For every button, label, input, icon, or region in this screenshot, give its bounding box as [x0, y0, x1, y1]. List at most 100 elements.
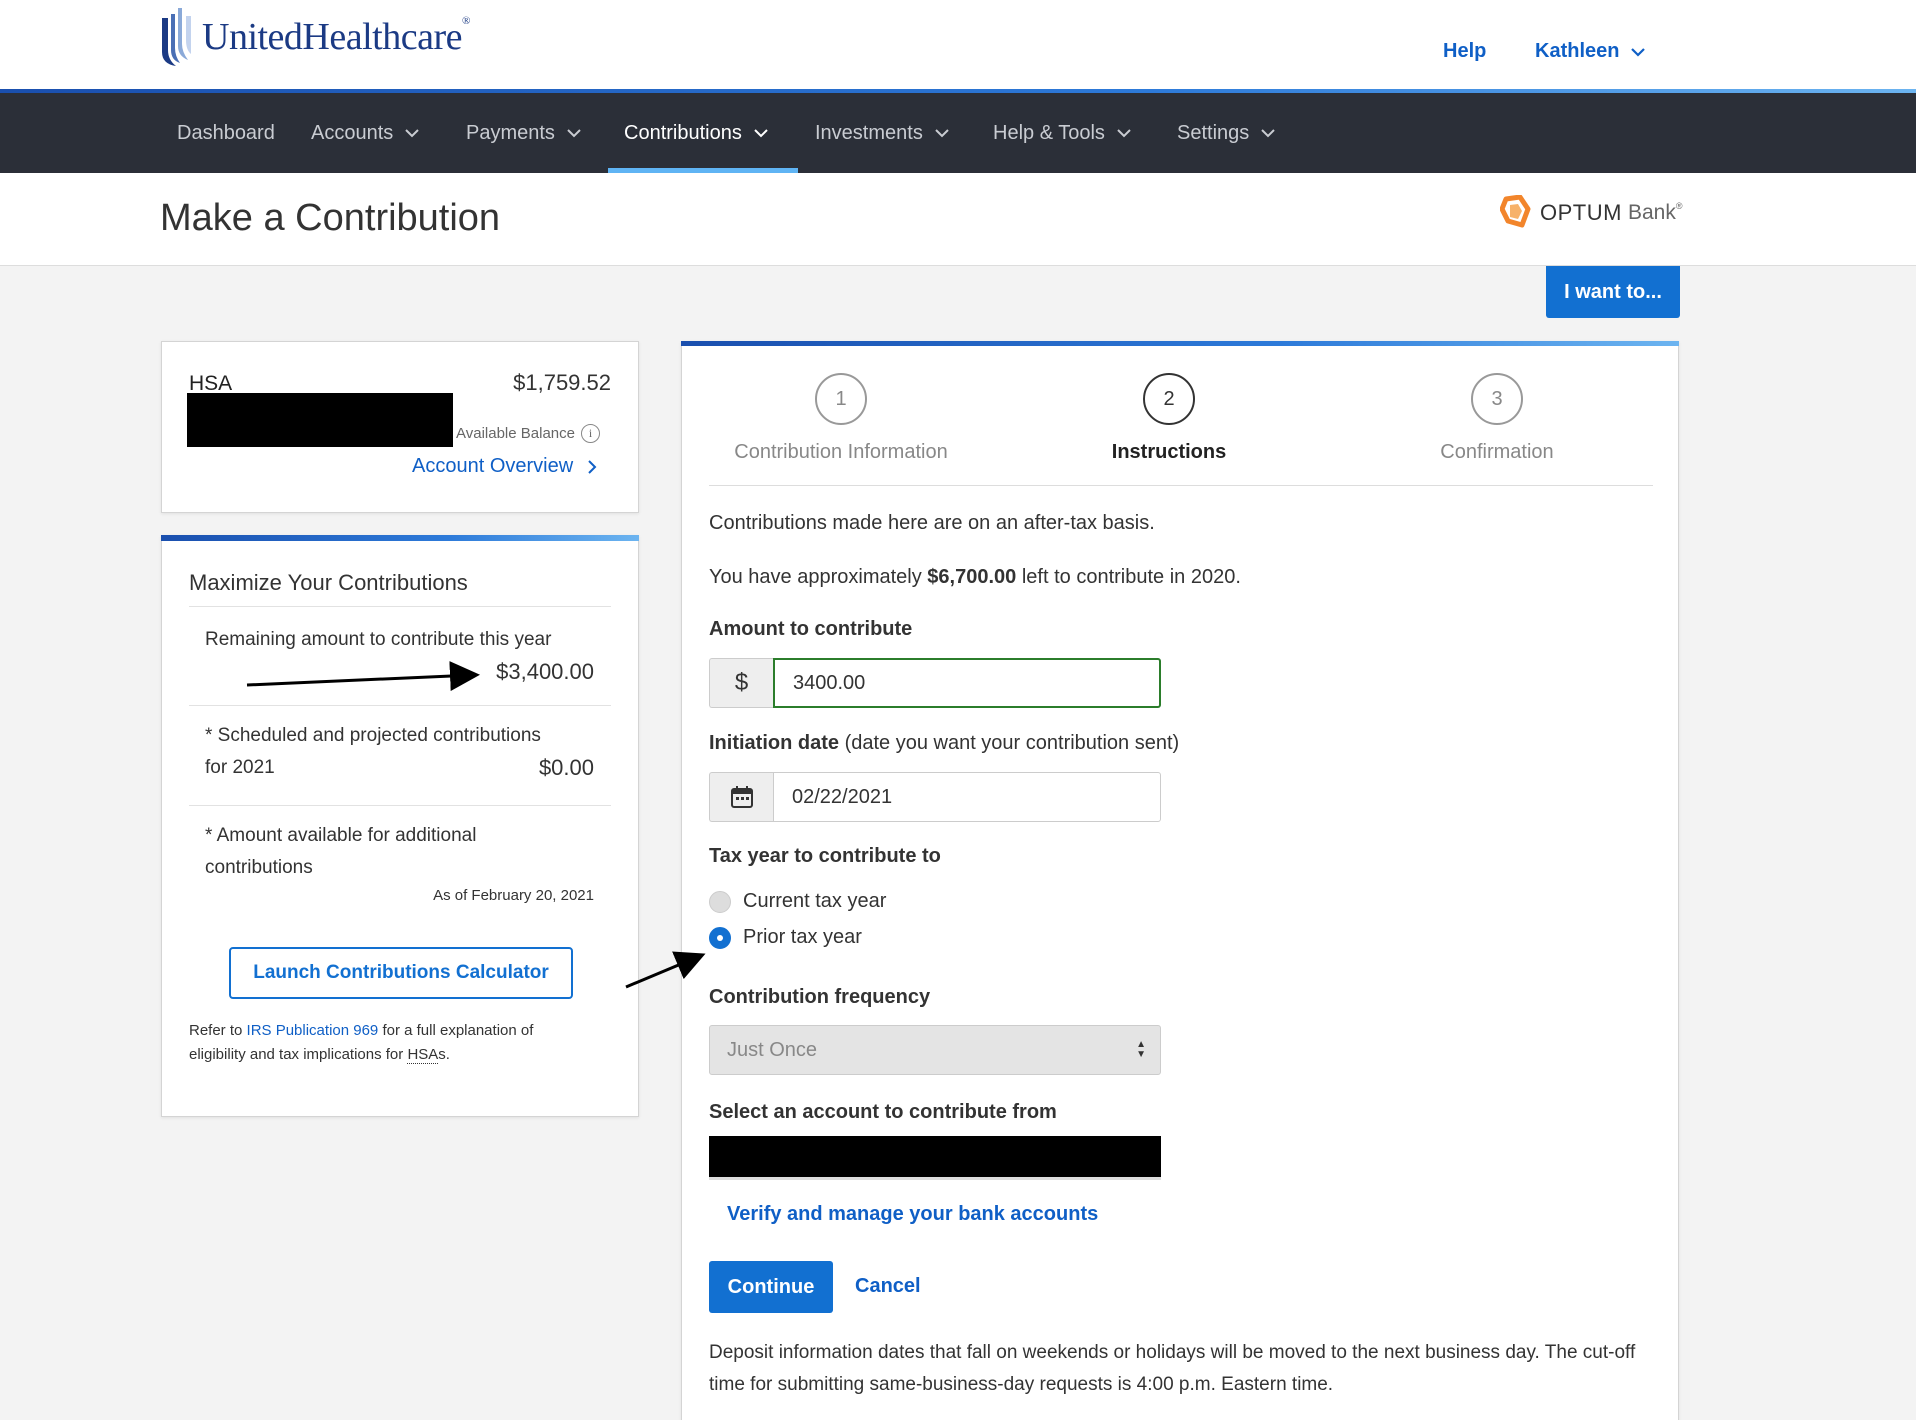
- nav-investments[interactable]: Investments: [815, 93, 949, 173]
- initiation-date-label: Initiation date (date you want your cont…: [709, 732, 1180, 754]
- maximize-title: Maximize Your Contributions: [189, 570, 468, 595]
- divider: [189, 705, 611, 706]
- maximize-contributions-card: Maximize Your Contributions Remaining am…: [161, 535, 639, 1117]
- step-label: Confirmation: [1440, 441, 1554, 463]
- amount-input[interactable]: [773, 658, 1161, 708]
- help-link[interactable]: Help: [1443, 40, 1486, 63]
- step-number: 3: [1471, 373, 1523, 425]
- frequency-select[interactable]: Just Once ▲ ▼: [709, 1025, 1161, 1075]
- nav-dashboard[interactable]: Dashboard: [177, 93, 275, 173]
- radio-button[interactable]: [709, 890, 731, 913]
- step-label: Instructions: [1111, 441, 1227, 463]
- step-instructions: 2 Instructions: [1019, 373, 1319, 464]
- remaining-allowance-amount: $6,700.00: [927, 566, 1017, 588]
- nav-label: Contributions: [624, 121, 742, 144]
- radio-prior-tax-year[interactable]: Prior tax year: [709, 926, 862, 949]
- remaining-label: Remaining amount to contribute this year: [205, 629, 552, 650]
- remaining-value: $3,400.00: [496, 659, 594, 684]
- scheduled-label-1: * Scheduled and projected contributions: [205, 725, 541, 746]
- brand-name: UnitedHealthcare®: [202, 15, 470, 58]
- page-title: Make a Contribution: [160, 197, 501, 239]
- step-confirmation: 3 Confirmation: [1347, 373, 1647, 464]
- step-contribution-information: 1 Contribution Information: [691, 373, 991, 464]
- unitedhealthcare-logo[interactable]: UnitedHealthcare®: [160, 6, 470, 68]
- available-label-1: * Amount available for additional: [205, 825, 477, 846]
- main-nav: Dashboard Accounts Payments Contribution…: [0, 93, 1916, 173]
- chevron-down-icon: [935, 129, 949, 138]
- source-account-label: Select an account to contribute from: [709, 1101, 1057, 1123]
- nav-contributions[interactable]: Contributions: [624, 93, 768, 173]
- select-arrows-icon: ▲ ▼: [1136, 1039, 1146, 1060]
- nav-label: Settings: [1177, 121, 1250, 144]
- nav-accounts[interactable]: Accounts: [311, 93, 419, 173]
- step-label: Contribution Information: [734, 441, 948, 463]
- page-title-bar: Make a Contribution OPTUM Bank®: [0, 173, 1916, 266]
- available-balance-label: Available Balance i: [456, 424, 600, 443]
- frequency-label: Contribution frequency: [709, 986, 931, 1008]
- radio-label: Prior tax year: [743, 926, 862, 948]
- tax-year-label: Tax year to contribute to: [709, 845, 941, 867]
- optum-name: OPTUM: [1540, 200, 1622, 225]
- radio-current-tax-year[interactable]: Current tax year: [709, 890, 886, 913]
- nav-settings[interactable]: Settings: [1177, 93, 1275, 173]
- scheduled-value: $0.00: [538, 755, 594, 780]
- nav-label: Help & Tools: [993, 121, 1105, 144]
- nav-payments[interactable]: Payments: [466, 93, 581, 173]
- available-label-2: contributions: [205, 857, 313, 878]
- frequency-selected-value: Just Once: [727, 1038, 818, 1061]
- uhc-logo-icon: [162, 8, 191, 66]
- amount-label: Amount to contribute: [709, 618, 913, 640]
- hsa-account-card: HSA $1,759.52 Available Balance i Accoun…: [161, 341, 639, 513]
- initiation-date-input[interactable]: [773, 772, 1161, 822]
- chevron-right-icon: [588, 459, 597, 474]
- divider: [189, 606, 611, 607]
- card-accent-line: [681, 341, 1679, 346]
- continue-button[interactable]: Continue: [709, 1261, 833, 1313]
- optum-bank-logo: OPTUM Bank®: [1500, 195, 1682, 231]
- chevron-down-icon: [405, 129, 419, 138]
- nav-label: Payments: [466, 121, 555, 144]
- dollar-icon: $: [709, 658, 773, 708]
- cancel-link[interactable]: Cancel: [855, 1275, 921, 1298]
- account-overview-text: Account Overview: [412, 455, 574, 477]
- scheduled-label-2: for 2021: [205, 757, 275, 778]
- nav-label: Accounts: [311, 121, 394, 144]
- user-name: Kathleen: [1535, 40, 1620, 62]
- nav-label: Investments: [815, 121, 923, 144]
- calendar-icon[interactable]: [709, 772, 773, 822]
- nav-help-tools[interactable]: Help & Tools: [993, 93, 1131, 173]
- optum-bank-suffix: Bank®: [1627, 201, 1683, 224]
- launch-calculator-button[interactable]: Launch Contributions Calculator: [229, 947, 573, 999]
- chevron-down-icon: [754, 129, 768, 138]
- chevron-down-icon: [567, 129, 581, 138]
- account-overview-link[interactable]: Account Overview: [412, 455, 597, 478]
- chevron-down-icon: [1261, 129, 1275, 138]
- verify-bank-accounts-link[interactable]: Verify and manage your bank accounts: [727, 1203, 1098, 1226]
- user-menu[interactable]: Kathleen: [1535, 40, 1646, 63]
- divider: [189, 805, 611, 806]
- info-icon[interactable]: i: [580, 424, 600, 443]
- radio-button-selected[interactable]: [709, 926, 731, 949]
- remaining-allowance-text: You have approximately $6,700.00 left to…: [709, 566, 1241, 588]
- chevron-down-icon: [1117, 129, 1131, 138]
- i-want-to-button[interactable]: I want to...: [1546, 266, 1680, 318]
- redacted-account-number: [187, 393, 453, 447]
- irs-reference-text: Refer to IRS Publication 969 for a full …: [189, 1022, 534, 1064]
- step-number: 2: [1143, 373, 1195, 425]
- redacted-source-account-select[interactable]: [709, 1136, 1161, 1180]
- irs-publication-link[interactable]: IRS Publication 969: [247, 1022, 379, 1039]
- as-of-date: As of February 20, 2021: [433, 887, 594, 904]
- nav-label: Dashboard: [177, 121, 275, 144]
- contribution-form-card: 1 Contribution Information 2 Instruction…: [681, 341, 1679, 1420]
- after-tax-note: Contributions made here are on an after-…: [709, 512, 1155, 534]
- hsa-abbreviation: HSA: [407, 1046, 439, 1064]
- account-balance: $1,759.52: [513, 370, 611, 395]
- optum-logo-icon: [1500, 195, 1531, 228]
- top-header: UnitedHealthcare® Help Kathleen: [0, 0, 1916, 90]
- date-input-group: [709, 772, 1161, 822]
- chevron-down-icon: [1631, 47, 1646, 57]
- deposit-footnote: Deposit information dates that fall on w…: [709, 1342, 1636, 1395]
- amount-input-group: $: [709, 658, 1161, 708]
- card-accent-line: [161, 535, 639, 541]
- available-balance-text: Available Balance: [456, 425, 575, 442]
